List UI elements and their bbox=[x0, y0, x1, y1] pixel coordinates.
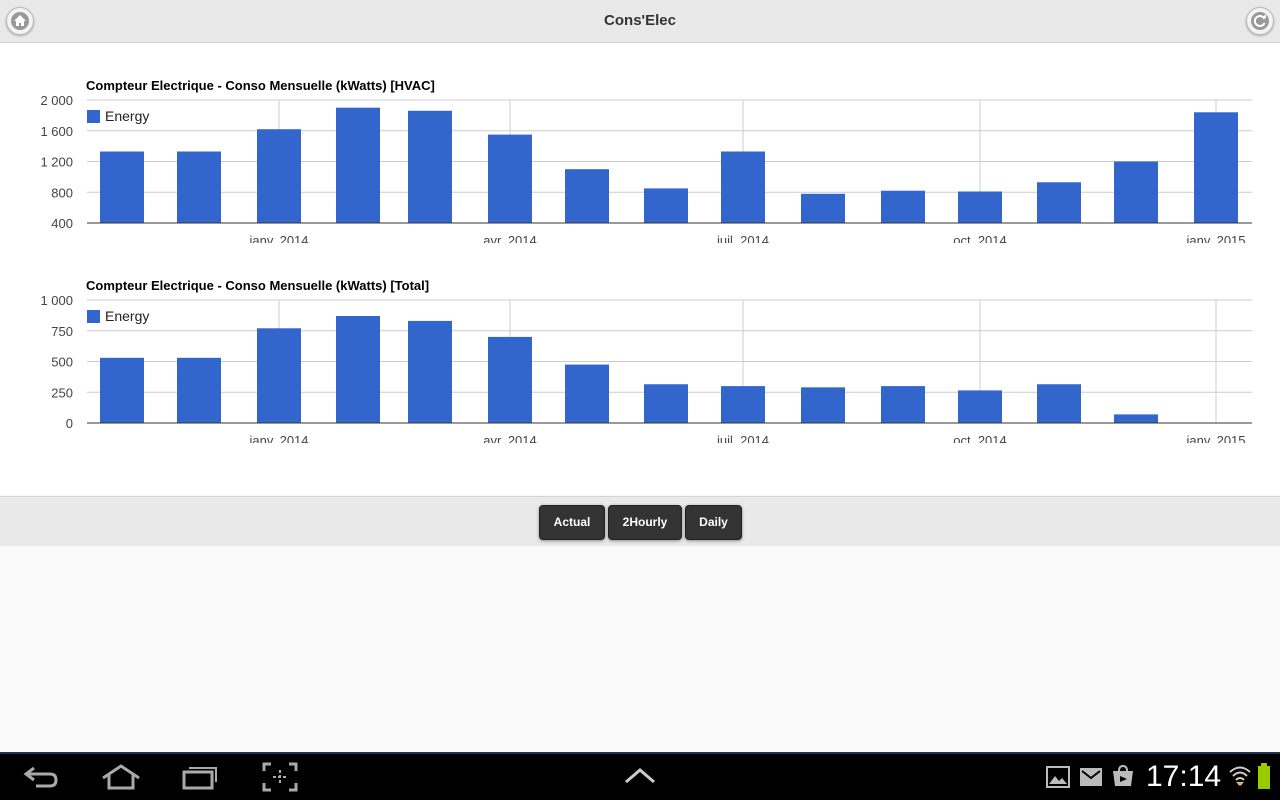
bar[interactable] bbox=[257, 129, 301, 223]
screenshot-icon[interactable] bbox=[262, 762, 298, 792]
actual-button[interactable]: Actual bbox=[539, 505, 605, 540]
bar[interactable] bbox=[1114, 161, 1158, 224]
x-tick-label: oct. 2014 bbox=[953, 433, 1007, 443]
gallery-icon[interactable] bbox=[1046, 766, 1070, 788]
up-arrow-icon[interactable] bbox=[624, 766, 656, 786]
y-tick-label: 800 bbox=[51, 185, 73, 200]
bar[interactable] bbox=[801, 193, 845, 223]
bar[interactable] bbox=[177, 357, 221, 423]
refresh-button[interactable] bbox=[1246, 7, 1274, 35]
y-tick-label: 2 000 bbox=[40, 93, 73, 108]
bar[interactable] bbox=[881, 386, 925, 423]
system-navbar: 17:14 bbox=[0, 752, 1280, 800]
empty-area bbox=[0, 546, 1280, 752]
bar[interactable] bbox=[721, 386, 765, 423]
bar[interactable] bbox=[1037, 182, 1081, 223]
bar[interactable] bbox=[958, 390, 1002, 423]
store-icon[interactable] bbox=[1111, 764, 1135, 788]
legend-label: Energy bbox=[105, 308, 149, 324]
chart-title: Compteur Electrique - Conso Mensuelle (k… bbox=[86, 78, 435, 93]
charts-area: Compteur Electrique - Conso Mensuelle (k… bbox=[0, 43, 1280, 495]
back-icon[interactable] bbox=[22, 762, 62, 792]
chart-title: Compteur Electrique - Conso Mensuelle (k… bbox=[86, 278, 429, 293]
bar[interactable] bbox=[488, 134, 532, 223]
page-title: Cons'Elec bbox=[604, 12, 676, 29]
x-tick-label: juil. 2014 bbox=[716, 233, 769, 243]
app-header: Cons'Elec bbox=[0, 0, 1280, 43]
bar[interactable] bbox=[958, 191, 1002, 223]
gmail-icon[interactable] bbox=[1079, 767, 1103, 787]
y-tick-label: 0 bbox=[66, 416, 73, 431]
y-tick-label: 400 bbox=[51, 216, 73, 231]
bar[interactable] bbox=[565, 364, 609, 423]
battery-icon[interactable] bbox=[1256, 762, 1272, 790]
x-tick-label: avr. 2014 bbox=[483, 233, 537, 243]
bar[interactable] bbox=[881, 190, 925, 223]
x-tick-label: oct. 2014 bbox=[953, 233, 1007, 243]
bar[interactable] bbox=[1114, 414, 1158, 423]
bar[interactable] bbox=[565, 169, 609, 223]
y-tick-label: 1 200 bbox=[40, 155, 73, 170]
bar[interactable] bbox=[336, 107, 380, 223]
bar[interactable] bbox=[100, 151, 144, 223]
legend-swatch bbox=[87, 310, 100, 323]
bar[interactable] bbox=[1194, 112, 1238, 223]
bar[interactable] bbox=[177, 151, 221, 223]
bar[interactable] bbox=[257, 328, 301, 423]
y-tick-label: 750 bbox=[51, 324, 73, 339]
x-tick-label: avr. 2014 bbox=[483, 433, 537, 443]
y-tick-label: 500 bbox=[51, 355, 73, 370]
legend-swatch bbox=[87, 110, 100, 123]
hvac-chart: Compteur Electrique - Conso Mensuelle (k… bbox=[40, 78, 1252, 243]
bar[interactable] bbox=[408, 110, 452, 223]
x-tick-label: janv. 2015 bbox=[1185, 233, 1245, 243]
x-tick-label: janv. 2014 bbox=[248, 433, 308, 443]
total-chart: Compteur Electrique - Conso Mensuelle (k… bbox=[40, 278, 1252, 443]
bar[interactable] bbox=[644, 188, 688, 223]
legend-label: Energy bbox=[105, 108, 149, 124]
y-tick-label: 1 600 bbox=[40, 124, 73, 139]
x-tick-label: juil. 2014 bbox=[716, 433, 769, 443]
wifi-icon[interactable] bbox=[1228, 764, 1252, 788]
home-icon[interactable] bbox=[100, 762, 142, 792]
bar[interactable] bbox=[100, 357, 144, 423]
bar[interactable] bbox=[1037, 384, 1081, 423]
2hourly-button[interactable]: 2Hourly bbox=[608, 505, 682, 540]
status-clock: 17:14 bbox=[1146, 760, 1222, 793]
period-toolbar: Actual 2Hourly Daily bbox=[0, 496, 1280, 547]
recent-apps-icon[interactable] bbox=[181, 762, 219, 792]
bar[interactable] bbox=[336, 315, 380, 423]
bar[interactable] bbox=[408, 320, 452, 423]
x-tick-label: janv. 2014 bbox=[248, 233, 308, 243]
bar[interactable] bbox=[644, 384, 688, 423]
daily-button[interactable]: Daily bbox=[685, 505, 742, 540]
refresh-icon bbox=[1254, 14, 1266, 27]
bar[interactable] bbox=[721, 151, 765, 223]
y-tick-label: 250 bbox=[51, 385, 73, 400]
x-tick-label: janv. 2015 bbox=[1185, 433, 1245, 443]
y-tick-label: 1 000 bbox=[40, 293, 73, 308]
bar[interactable] bbox=[488, 336, 532, 423]
bar[interactable] bbox=[801, 387, 845, 423]
